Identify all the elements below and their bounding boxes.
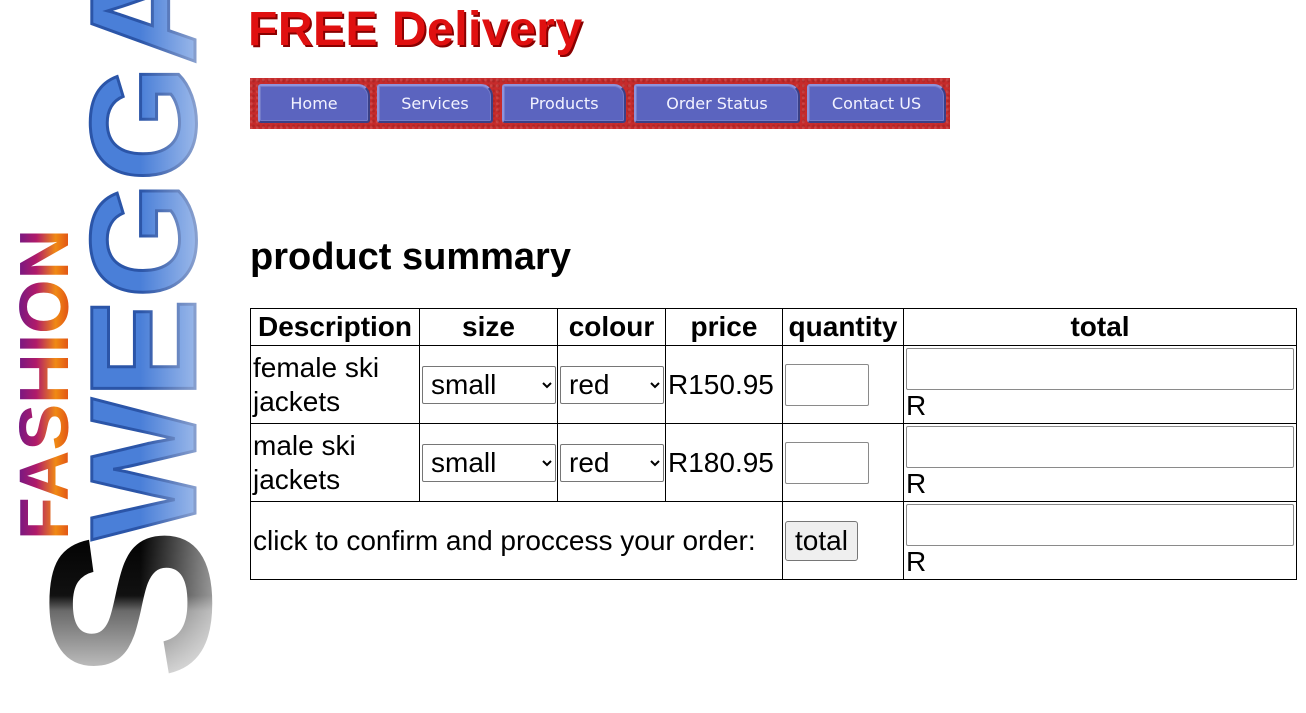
row-colour-cell: red	[557, 345, 666, 424]
nav-contact-us[interactable]: Contact US	[807, 84, 946, 123]
header-total: total	[903, 308, 1297, 346]
page-title: product summary	[250, 236, 571, 278]
row-total-field[interactable]	[906, 347, 1294, 390]
quantity-input[interactable]	[785, 441, 869, 484]
nav-order-status[interactable]: Order Status	[634, 84, 800, 123]
size-select[interactable]: small	[422, 365, 556, 404]
table-row: male ski jackets small red R180.95 R	[250, 423, 1297, 502]
main-nav: Home Services Products Order Status Cont…	[250, 78, 950, 129]
colour-select[interactable]: red	[560, 443, 664, 482]
row-description: male ski jackets	[250, 423, 420, 502]
row-quantity-cell	[782, 423, 904, 502]
nav-services[interactable]: Services	[377, 84, 493, 123]
table-row: female ski jackets small red R150.95 R	[250, 345, 1297, 424]
row-description: female ski jackets	[250, 345, 420, 424]
grand-total-field[interactable]	[906, 503, 1294, 546]
colour-select[interactable]: red	[560, 365, 664, 404]
row-colour-cell: red	[557, 423, 666, 502]
row-price: R180.95	[665, 423, 783, 502]
row-total-cell: R	[903, 345, 1297, 424]
row-total-cell: R	[903, 423, 1297, 502]
free-delivery-banner: FREE Delivery	[248, 3, 583, 56]
total-button[interactable]: total	[785, 520, 858, 561]
nav-products[interactable]: Products	[502, 84, 626, 123]
quantity-input[interactable]	[785, 363, 869, 406]
row-size-cell: small	[419, 423, 558, 502]
confirm-button-cell: total	[782, 501, 904, 580]
header-price: price	[665, 308, 783, 346]
confirm-row: click to confirm and proccess your order…	[250, 501, 1297, 580]
row-quantity-cell	[782, 345, 904, 424]
currency-label: R	[906, 389, 927, 421]
currency-label: R	[906, 467, 927, 499]
size-select[interactable]: small	[422, 443, 556, 482]
row-total-field[interactable]	[906, 425, 1294, 468]
grand-total-cell: R	[903, 501, 1297, 580]
header-colour: colour	[557, 308, 666, 346]
row-size-cell: small	[419, 345, 558, 424]
table-header-row: Description size colour price quantity t…	[250, 308, 1297, 346]
brand-logo: WEGGA FASHION S	[0, 0, 255, 690]
header-quantity: quantity	[782, 308, 904, 346]
header-description: Description	[250, 308, 420, 346]
currency-label: R	[906, 545, 927, 577]
header-size: size	[419, 308, 558, 346]
row-price: R150.95	[665, 345, 783, 424]
nav-home[interactable]: Home	[258, 84, 370, 123]
confirm-text: click to confirm and proccess your order…	[250, 501, 783, 580]
product-summary-table: Description size colour price quantity t…	[250, 308, 1297, 580]
